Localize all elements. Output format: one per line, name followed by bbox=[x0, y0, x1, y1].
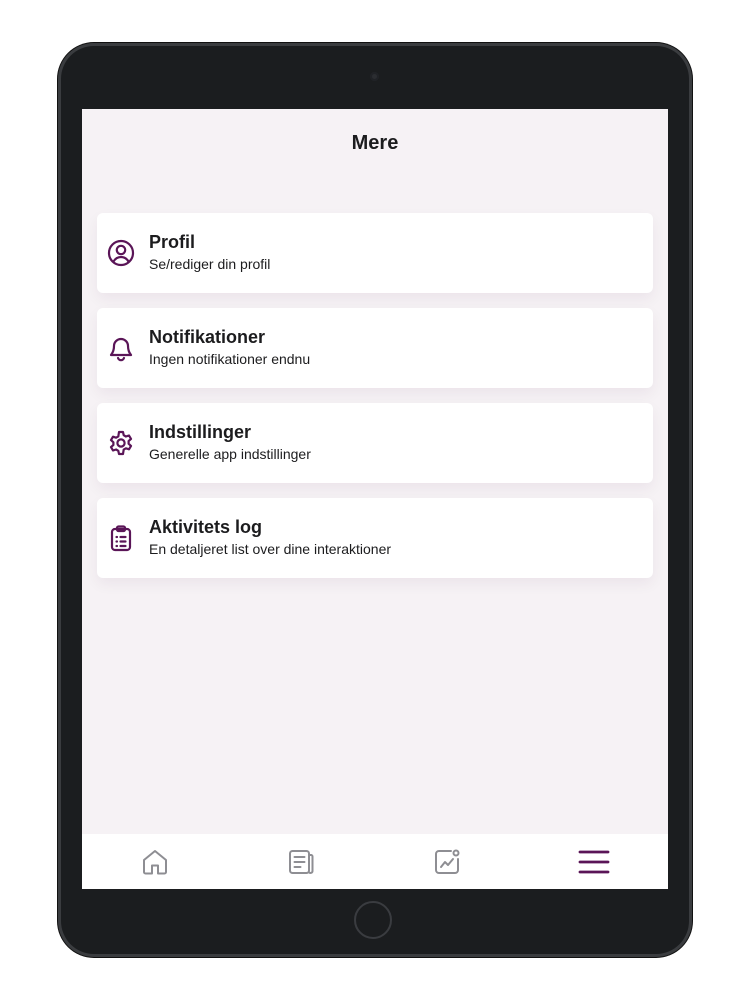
front-camera bbox=[370, 72, 379, 81]
clipboard-list-icon bbox=[107, 524, 135, 552]
menu-item-subtitle: En detaljeret list over dine interaktion… bbox=[149, 541, 392, 557]
news-icon bbox=[285, 846, 317, 878]
menu-item-title: Profil bbox=[149, 232, 196, 252]
tab-bar bbox=[82, 834, 668, 889]
page-title: Mere bbox=[351, 132, 399, 154]
app-screen: Mere Profil Se/rediger din profil Notifi… bbox=[82, 109, 668, 889]
device-home-button[interactable] bbox=[354, 901, 392, 939]
menu-list: Profil Se/rediger din profil Notifikatio… bbox=[97, 213, 653, 593]
tab-menu[interactable] bbox=[578, 846, 610, 878]
menu-item-aktivitets-log[interactable]: Aktivitets log En detaljeret list over d… bbox=[97, 498, 653, 578]
gear-icon bbox=[107, 429, 135, 457]
menu-icon bbox=[578, 846, 610, 878]
menu-item-subtitle: Generelle app indstillinger bbox=[149, 446, 311, 462]
tab-home[interactable] bbox=[139, 846, 171, 878]
home-icon bbox=[139, 846, 171, 878]
menu-item-subtitle: Ingen notifikationer endnu bbox=[149, 351, 311, 367]
menu-item-title: Notifikationer bbox=[149, 327, 266, 347]
menu-item-profil[interactable]: Profil Se/rediger din profil bbox=[97, 213, 653, 293]
tablet-frame: Mere Profil Se/rediger din profil Notifi… bbox=[58, 43, 692, 957]
menu-item-title: Indstillinger bbox=[149, 422, 252, 442]
menu-item-notifikationer[interactable]: Notifikationer Ingen notifikationer endn… bbox=[97, 308, 653, 388]
chart-icon bbox=[431, 846, 463, 878]
bell-icon bbox=[107, 334, 135, 362]
menu-item-indstillinger[interactable]: Indstillinger Generelle app indstillinge… bbox=[97, 403, 653, 483]
menu-item-subtitle: Se/rediger din profil bbox=[149, 256, 271, 272]
tab-chart[interactable] bbox=[431, 846, 463, 878]
tab-news[interactable] bbox=[285, 846, 317, 878]
menu-item-title: Aktivitets log bbox=[149, 517, 263, 537]
user-circle-icon bbox=[107, 239, 135, 267]
